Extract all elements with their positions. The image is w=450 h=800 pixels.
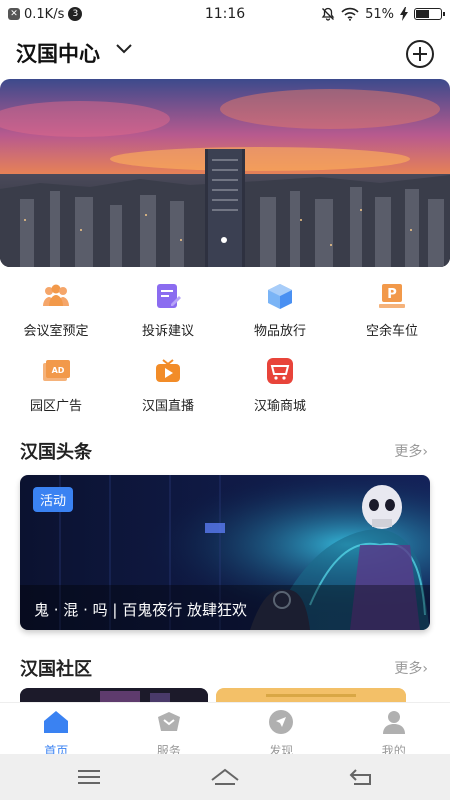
live-tv-icon	[156, 359, 180, 382]
profile-icon	[382, 711, 405, 734]
close-notification-icon: ✕	[8, 8, 20, 20]
back-icon[interactable]	[346, 766, 376, 788]
community-card[interactable]	[20, 688, 208, 702]
quick-action-parking[interactable]: P 空余车位	[336, 282, 448, 339]
status-bar: ✕ 0.1K/s 3 11:16 51%	[0, 0, 450, 28]
quick-action-item-release[interactable]: 物品放行	[224, 282, 336, 339]
svg-text:P: P	[387, 287, 397, 302]
quick-action-label: 投诉建议	[141, 324, 194, 339]
menu-icon[interactable]	[74, 766, 104, 788]
headlines-title: 汉国头条	[20, 442, 92, 463]
service-icon	[157, 712, 180, 731]
community-more-link[interactable]: 更多›	[394, 658, 428, 678]
quick-action-park-ads[interactable]: AD 园区广告	[0, 357, 112, 414]
tab-service[interactable]: 服务	[113, 703, 226, 758]
community-title: 汉国社区	[20, 659, 92, 680]
clock: 11:16	[204, 6, 246, 22]
quick-action-label: 空余车位	[365, 324, 418, 339]
bottom-tab-bar: 首页 服务 发现 我的	[0, 702, 450, 758]
quick-action-label: 园区广告	[29, 399, 82, 414]
mute-bell-icon	[321, 7, 335, 21]
battery-icon	[414, 8, 445, 20]
chevron-right-icon: ›	[422, 444, 428, 460]
more-label: 更多	[394, 661, 423, 677]
charging-icon	[400, 7, 408, 21]
parking-icon: P	[379, 284, 405, 308]
meeting-room-icon	[43, 284, 69, 306]
community-card-image	[216, 689, 406, 702]
location-title[interactable]: 汉国中心	[16, 38, 100, 68]
banner-carousel[interactable]	[0, 79, 450, 267]
tab-home[interactable]: 首页	[0, 703, 113, 758]
quick-action-label: 汉瑜商城	[253, 399, 306, 414]
complaint-edit-icon	[157, 284, 181, 308]
news-card[interactable]: 活动 鬼 · 混 · 吗 | 百鬼夜行 放肆狂欢	[20, 475, 430, 630]
home-icon	[44, 711, 69, 733]
quick-action-label: 物品放行	[253, 324, 306, 339]
system-navigation-bar	[0, 754, 450, 800]
battery-percent: 51%	[365, 6, 394, 22]
headlines-more-link[interactable]: 更多›	[394, 441, 428, 461]
home-nav-icon[interactable]	[210, 766, 240, 788]
header: 汉国中心	[0, 36, 450, 72]
notification-count: 3	[68, 7, 83, 21]
more-label: 更多	[394, 444, 423, 460]
battery-level	[416, 10, 430, 18]
ad-board-icon: AD	[43, 360, 70, 381]
add-button[interactable]	[406, 40, 434, 68]
tab-discover[interactable]: 发现	[225, 703, 338, 758]
chevron-right-icon: ›	[422, 661, 428, 677]
quick-action-shop[interactable]: 汉瑜商城	[224, 357, 336, 414]
chevron-down-icon[interactable]	[115, 42, 133, 56]
quick-action-complaint[interactable]: 投诉建议	[112, 282, 224, 339]
network-speed: 0.1K/s	[24, 6, 65, 22]
quick-action-live[interactable]: 汉国直播	[112, 357, 224, 414]
wifi-icon	[341, 7, 359, 21]
shop-icon	[267, 358, 293, 384]
quick-action-meeting-room[interactable]: 会议室预定	[0, 282, 112, 339]
community-card-image	[20, 689, 208, 702]
quick-action-label: 会议室预定	[23, 324, 89, 339]
tab-profile[interactable]: 我的	[338, 703, 450, 758]
news-headline: 鬼 · 混 · 吗 | 百鬼夜行 放肆狂欢	[34, 601, 247, 619]
discover-icon	[269, 710, 294, 734]
carousel-indicator[interactable]	[221, 237, 227, 243]
news-tag-badge: 活动	[33, 487, 74, 512]
svg-text:AD: AD	[52, 366, 65, 375]
quick-action-label: 汉国直播	[141, 399, 194, 414]
package-box-icon	[268, 284, 292, 309]
community-card[interactable]	[216, 688, 406, 702]
